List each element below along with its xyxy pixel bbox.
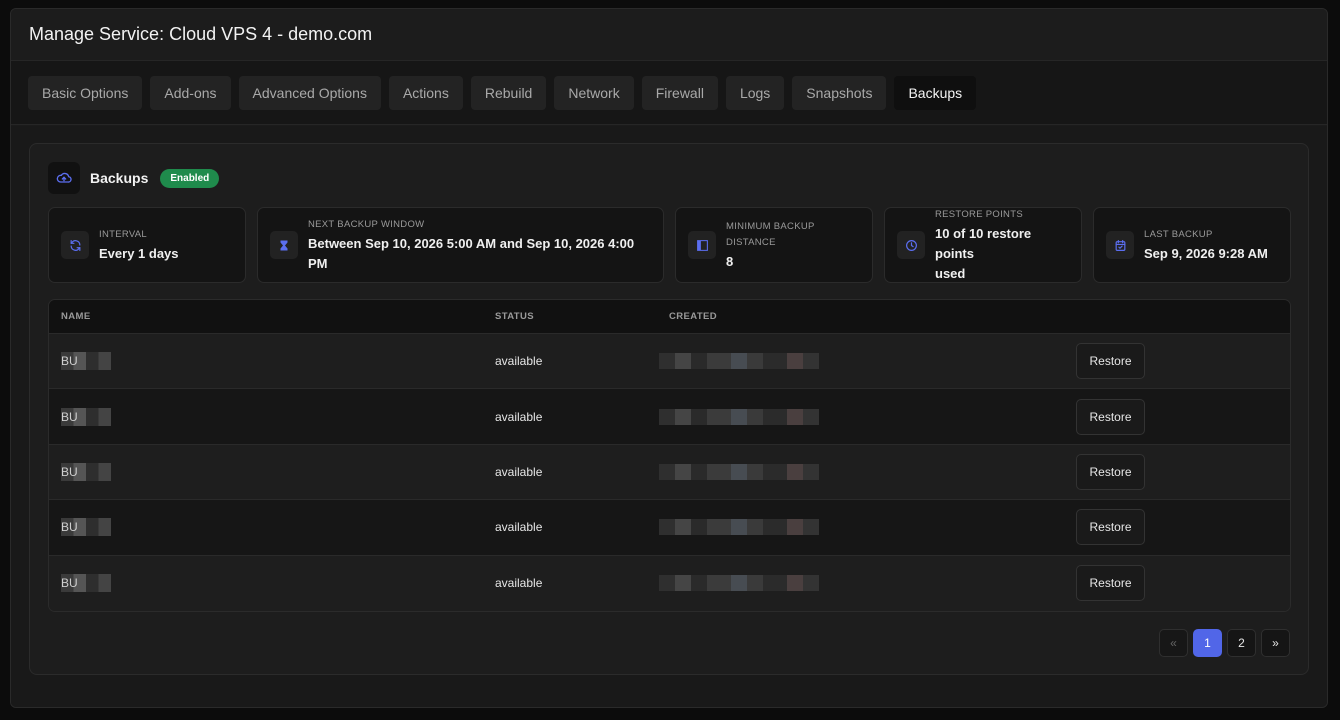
restore-button[interactable]: Restore [1076,565,1145,602]
redacted-created [659,408,819,425]
column-header-created: CREATED [669,311,718,322]
backups-table: NAME STATUS CREATED BU available Restore… [48,299,1291,612]
stat-label: INTERVAL [99,229,147,240]
panel-title: Backups [90,170,149,186]
stat-label: DISTANCE [726,237,776,248]
tab-backups[interactable]: Backups [894,75,977,110]
table-row: BU available Restore [49,444,1290,501]
stat-value: 10 of 10 restore points [935,226,1032,261]
stat-value: Every 1 days [99,246,179,261]
stat-label: LAST BACKUP [1144,229,1213,240]
clock-icon [897,231,925,259]
tab-advanced-options[interactable]: Advanced Options [238,75,381,110]
backups-panel: Backups Enabled INTERVAL Every 1 days NE… [29,143,1309,675]
backup-status: available [495,576,543,591]
restore-button[interactable]: Restore [1076,509,1145,546]
page-1-button[interactable]: 1 [1193,629,1222,657]
tab-network[interactable]: Network [554,75,634,110]
table-row: BU available Restore [49,334,1290,390]
stat-minimum-backup-distance: MINIMUM BACKUP DISTANCE 8 [675,207,873,283]
table-row: BU available Restore [49,555,1290,611]
table-header: NAME STATUS CREATED [49,300,1290,334]
restore-button[interactable]: Restore [1076,398,1145,435]
status-badge: Enabled [160,168,220,188]
column-header-name: NAME [61,311,91,322]
prev-page-button[interactable]: « [1159,629,1188,657]
redacted-created [659,353,819,370]
tab-firewall[interactable]: Firewall [641,75,718,110]
backup-status: available [495,409,543,424]
refresh-icon [61,231,89,259]
restore-button[interactable]: Restore [1076,343,1145,380]
stat-label: RESTORE POINTS [935,209,1023,220]
stat-last-backup: LAST BACKUP Sep 9, 2026 9:28 AM [1093,207,1291,283]
redacted-created [659,463,819,480]
cloud-upload-icon [48,162,80,194]
ruler-icon [688,231,716,259]
panel-header: Backups Enabled [48,162,220,194]
page-2-button[interactable]: 2 [1227,629,1256,657]
stat-value: Sep 9, 2026 9:28 AM [1144,246,1268,261]
pagination: « 1 2 » [1159,629,1290,657]
next-page-button[interactable]: » [1261,629,1290,657]
table-row: BU available Restore [49,500,1290,556]
stat-label: NEXT BACKUP WINDOW [308,219,425,230]
tab-actions[interactable]: Actions [388,75,463,110]
tab-bar: Basic Options Add-ons Advanced Options A… [11,61,1327,125]
stat-value: used [935,266,966,281]
backup-name: BU [61,352,111,371]
tab-rebuild[interactable]: Rebuild [470,75,547,110]
stat-restore-points: RESTORE POINTS 10 of 10 restore points u… [884,207,1082,283]
column-header-status: STATUS [495,311,534,322]
backup-name: BU [61,462,111,481]
tab-basic-options[interactable]: Basic Options [28,75,143,110]
service-window: Manage Service: Cloud VPS 4 - demo.com B… [10,8,1328,708]
stat-next-backup-window: NEXT BACKUP WINDOW Between Sep 10, 2026 … [257,207,664,283]
backup-status: available [495,464,543,479]
table-row: BU available Restore [49,389,1290,445]
backup-name: BU [61,574,111,593]
redacted-created [659,519,819,536]
calendar-icon [1106,231,1134,259]
backup-status: available [495,520,543,535]
tab-add-ons[interactable]: Add-ons [150,75,231,110]
redacted-created [659,575,819,592]
content-area: Backups Enabled INTERVAL Every 1 days NE… [11,126,1327,707]
tab-snapshots[interactable]: Snapshots [792,75,887,110]
backup-status: available [495,354,543,369]
hourglass-icon [270,231,298,259]
backup-name: BU [61,407,111,426]
stat-interval: INTERVAL Every 1 days [48,207,246,283]
backup-name: BU [61,518,111,537]
stat-value: Between Sep 10, 2026 5:00 AM and Sep 10,… [308,236,635,271]
page-title: Manage Service: Cloud VPS 4 - demo.com [11,9,1327,61]
tab-logs[interactable]: Logs [725,75,785,110]
stat-label: MINIMUM BACKUP [726,221,815,232]
restore-button[interactable]: Restore [1076,453,1145,490]
stat-value: 8 [726,254,734,269]
